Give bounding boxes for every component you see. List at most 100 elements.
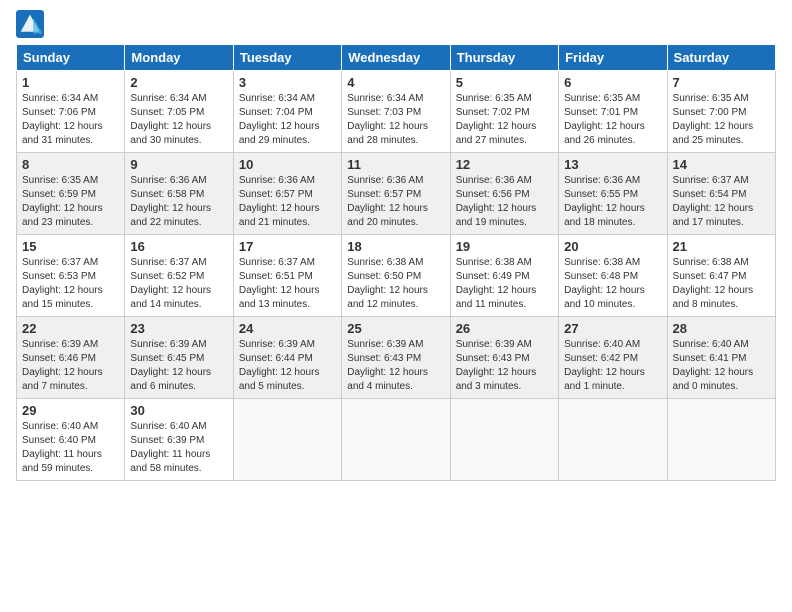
- day-number: 14: [673, 157, 770, 172]
- day-number: 27: [564, 321, 661, 336]
- day-number: 26: [456, 321, 553, 336]
- weekday-header-monday: Monday: [125, 45, 233, 71]
- day-cell: 7 Sunrise: 6:35 AM Sunset: 7:00 PM Daylig…: [667, 71, 775, 153]
- day-number: 3: [239, 75, 336, 90]
- day-number: 13: [564, 157, 661, 172]
- day-number: 25: [347, 321, 444, 336]
- day-cell: 6 Sunrise: 6:35 AM Sunset: 7:01 PM Daylig…: [559, 71, 667, 153]
- day-number: 19: [456, 239, 553, 254]
- day-cell: 5 Sunrise: 6:35 AM Sunset: 7:02 PM Daylig…: [450, 71, 558, 153]
- day-info: Sunrise: 6:34 AM Sunset: 7:05 PM Dayligh…: [130, 92, 227, 148]
- day-info: Sunrise: 6:35 AM Sunset: 7:02 PM Dayligh…: [456, 92, 553, 148]
- day-info: Sunrise: 6:39 AM Sunset: 6:44 PM Dayligh…: [239, 338, 336, 394]
- day-cell: 8 Sunrise: 6:35 AM Sunset: 6:59 PM Daylig…: [17, 153, 125, 235]
- day-number: 15: [22, 239, 119, 254]
- day-cell: 29Sunrise: 6:40 AM Sunset: 6:40 PM Dayli…: [17, 399, 125, 481]
- day-cell: 21 Sunrise: 6:38 AM Sunset: 6:47 PM Dayli…: [667, 235, 775, 317]
- weekday-header-row: SundayMondayTuesdayWednesdayThursdayFrid…: [17, 45, 776, 71]
- day-cell: [667, 399, 775, 481]
- day-info: Sunrise: 6:36 AM Sunset: 6:57 PM Dayligh…: [347, 174, 444, 230]
- day-cell: 28 Sunrise: 6:40 AM Sunset: 6:41 PM Dayli…: [667, 317, 775, 399]
- day-info: Sunrise: 6:39 AM Sunset: 6:45 PM Dayligh…: [130, 338, 227, 394]
- logo: [16, 10, 48, 38]
- logo-icon: [16, 10, 44, 38]
- day-cell: 9 Sunrise: 6:36 AM Sunset: 6:58 PM Daylig…: [125, 153, 233, 235]
- day-info: Sunrise: 6:38 AM Sunset: 6:49 PM Dayligh…: [456, 256, 553, 312]
- day-info: Sunrise: 6:40 AM Sunset: 6:39 PM Dayligh…: [130, 420, 227, 476]
- day-cell: 3Sunrise: 6:34 AM Sunset: 7:04 PM Daylig…: [233, 71, 341, 153]
- day-cell: [559, 399, 667, 481]
- day-number: 24: [239, 321, 336, 336]
- day-cell: 17Sunrise: 6:37 AM Sunset: 6:51 PM Dayli…: [233, 235, 341, 317]
- day-info: Sunrise: 6:36 AM Sunset: 6:55 PM Dayligh…: [564, 174, 661, 230]
- day-info: Sunrise: 6:36 AM Sunset: 6:58 PM Dayligh…: [130, 174, 227, 230]
- week-row-4: 22Sunrise: 6:39 AM Sunset: 6:46 PM Dayli…: [17, 317, 776, 399]
- day-cell: 24 Sunrise: 6:39 AM Sunset: 6:44 PM Dayli…: [233, 317, 341, 399]
- day-cell: 26 Sunrise: 6:39 AM Sunset: 6:43 PM Dayli…: [450, 317, 558, 399]
- day-info: Sunrise: 6:37 AM Sunset: 6:54 PM Dayligh…: [673, 174, 770, 230]
- day-cell: 14 Sunrise: 6:37 AM Sunset: 6:54 PM Dayli…: [667, 153, 775, 235]
- day-cell: 23 Sunrise: 6:39 AM Sunset: 6:45 PM Dayli…: [125, 317, 233, 399]
- day-number: 10: [239, 157, 336, 172]
- day-number: 21: [673, 239, 770, 254]
- day-number: 7: [673, 75, 770, 90]
- weekday-header-friday: Friday: [559, 45, 667, 71]
- day-cell: 12 Sunrise: 6:36 AM Sunset: 6:56 PM Dayli…: [450, 153, 558, 235]
- day-cell: 25 Sunrise: 6:39 AM Sunset: 6:43 PM Dayli…: [342, 317, 450, 399]
- day-info: Sunrise: 6:39 AM Sunset: 6:43 PM Dayligh…: [347, 338, 444, 394]
- day-number: 18: [347, 239, 444, 254]
- day-cell: [450, 399, 558, 481]
- day-cell: 13 Sunrise: 6:36 AM Sunset: 6:55 PM Dayli…: [559, 153, 667, 235]
- day-number: 12: [456, 157, 553, 172]
- weekday-header-saturday: Saturday: [667, 45, 775, 71]
- day-cell: 1Sunrise: 6:34 AM Sunset: 7:06 PM Daylig…: [17, 71, 125, 153]
- weekday-header-wednesday: Wednesday: [342, 45, 450, 71]
- day-cell: 10 Sunrise: 6:36 AM Sunset: 6:57 PM Dayli…: [233, 153, 341, 235]
- day-info: Sunrise: 6:34 AM Sunset: 7:03 PM Dayligh…: [347, 92, 444, 148]
- day-number: 30: [130, 403, 227, 418]
- day-cell: 15Sunrise: 6:37 AM Sunset: 6:53 PM Dayli…: [17, 235, 125, 317]
- day-info: Sunrise: 6:38 AM Sunset: 6:50 PM Dayligh…: [347, 256, 444, 312]
- day-cell: [342, 399, 450, 481]
- day-number: 8: [22, 157, 119, 172]
- day-number: 6: [564, 75, 661, 90]
- day-number: 2: [130, 75, 227, 90]
- day-info: Sunrise: 6:39 AM Sunset: 6:43 PM Dayligh…: [456, 338, 553, 394]
- day-info: Sunrise: 6:36 AM Sunset: 6:56 PM Dayligh…: [456, 174, 553, 230]
- day-info: Sunrise: 6:40 AM Sunset: 6:42 PM Dayligh…: [564, 338, 661, 394]
- day-cell: [233, 399, 341, 481]
- day-info: Sunrise: 6:35 AM Sunset: 6:59 PM Dayligh…: [22, 174, 119, 230]
- day-info: Sunrise: 6:37 AM Sunset: 6:52 PM Dayligh…: [130, 256, 227, 312]
- day-info: Sunrise: 6:35 AM Sunset: 7:00 PM Dayligh…: [673, 92, 770, 148]
- day-number: 23: [130, 321, 227, 336]
- day-cell: 11 Sunrise: 6:36 AM Sunset: 6:57 PM Dayli…: [342, 153, 450, 235]
- day-info: Sunrise: 6:40 AM Sunset: 6:41 PM Dayligh…: [673, 338, 770, 394]
- day-info: Sunrise: 6:38 AM Sunset: 6:48 PM Dayligh…: [564, 256, 661, 312]
- day-number: 16: [130, 239, 227, 254]
- day-number: 4: [347, 75, 444, 90]
- week-row-1: 1Sunrise: 6:34 AM Sunset: 7:06 PM Daylig…: [17, 71, 776, 153]
- week-row-3: 15Sunrise: 6:37 AM Sunset: 6:53 PM Dayli…: [17, 235, 776, 317]
- day-info: Sunrise: 6:39 AM Sunset: 6:46 PM Dayligh…: [22, 338, 119, 394]
- day-number: 9: [130, 157, 227, 172]
- header: [16, 10, 776, 38]
- day-info: Sunrise: 6:36 AM Sunset: 6:57 PM Dayligh…: [239, 174, 336, 230]
- day-number: 29: [22, 403, 119, 418]
- day-number: 28: [673, 321, 770, 336]
- day-number: 17: [239, 239, 336, 254]
- day-info: Sunrise: 6:34 AM Sunset: 7:06 PM Dayligh…: [22, 92, 119, 148]
- day-cell: 4 Sunrise: 6:34 AM Sunset: 7:03 PM Daylig…: [342, 71, 450, 153]
- day-info: Sunrise: 6:35 AM Sunset: 7:01 PM Dayligh…: [564, 92, 661, 148]
- week-row-5: 29Sunrise: 6:40 AM Sunset: 6:40 PM Dayli…: [17, 399, 776, 481]
- day-info: Sunrise: 6:38 AM Sunset: 6:47 PM Dayligh…: [673, 256, 770, 312]
- day-cell: 27 Sunrise: 6:40 AM Sunset: 6:42 PM Dayli…: [559, 317, 667, 399]
- day-cell: 22Sunrise: 6:39 AM Sunset: 6:46 PM Dayli…: [17, 317, 125, 399]
- day-number: 5: [456, 75, 553, 90]
- day-cell: 18 Sunrise: 6:38 AM Sunset: 6:50 PM Dayli…: [342, 235, 450, 317]
- day-cell: 19 Sunrise: 6:38 AM Sunset: 6:49 PM Dayli…: [450, 235, 558, 317]
- day-cell: 20 Sunrise: 6:38 AM Sunset: 6:48 PM Dayli…: [559, 235, 667, 317]
- weekday-header-tuesday: Tuesday: [233, 45, 341, 71]
- day-number: 11: [347, 157, 444, 172]
- week-row-2: 8 Sunrise: 6:35 AM Sunset: 6:59 PM Daylig…: [17, 153, 776, 235]
- day-number: 20: [564, 239, 661, 254]
